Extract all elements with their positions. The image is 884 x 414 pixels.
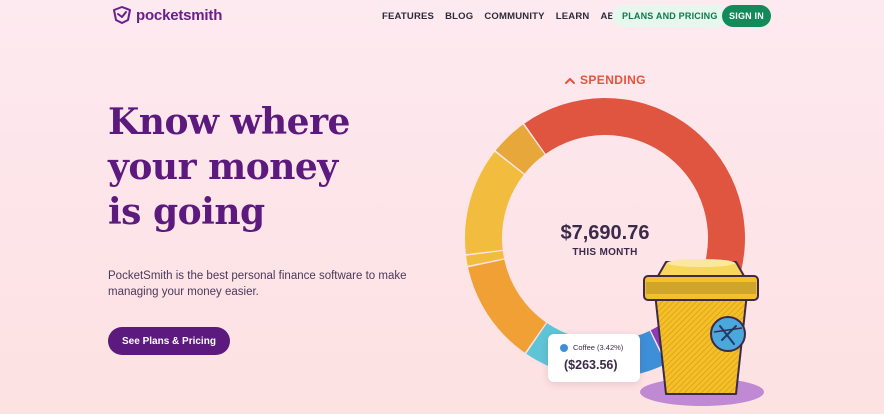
donut-segment-7[interactable] <box>465 151 524 255</box>
hero-title-line-1: Know where <box>108 101 350 143</box>
coffee-tooltip: Coffee (3.42%) ($263.56) <box>548 334 640 382</box>
hero-title-line-3: is going <box>108 191 265 233</box>
chevron-up-icon <box>565 77 575 84</box>
nav-links: FEATURES BLOG COMMUNITY LEARN ABOUT <box>382 11 635 22</box>
hero-title: Know where your money is going <box>108 100 408 235</box>
tooltip-row: Coffee (3.42%) <box>560 343 623 352</box>
top-nav: pocketsmith FEATURES BLOG COMMUNITY LEAR… <box>0 0 884 34</box>
tooltip-value: ($263.56) <box>564 358 618 372</box>
brand-logo[interactable]: pocketsmith <box>112 6 222 24</box>
see-plans-pricing-button[interactable]: See Plans & Pricing <box>108 327 230 355</box>
pocketsmith-logo-icon <box>113 6 131 24</box>
spending-total: $7,690.76 <box>560 222 650 244</box>
tooltip-color-dot <box>560 343 568 352</box>
nav-link-community[interactable]: COMMUNITY <box>484 11 544 22</box>
plans-and-pricing-button[interactable]: PLANS AND PRICING <box>612 5 728 27</box>
donut-segment-5[interactable] <box>468 259 547 353</box>
tooltip-label: Coffee (3.42%) <box>573 343 624 352</box>
hero-title-line-2: your money <box>108 146 338 188</box>
sign-in-button[interactable]: SIGN IN <box>722 5 771 27</box>
brand-name: pocketsmith <box>136 6 223 24</box>
nav-link-blog[interactable]: BLOG <box>445 11 473 22</box>
nav-link-features[interactable]: FEATURES <box>382 11 434 22</box>
spending-label: SPENDING <box>565 73 646 87</box>
spending-label-text: SPENDING <box>580 73 646 87</box>
nav-link-learn[interactable]: LEARN <box>556 11 590 22</box>
coffee-cup-illustration <box>640 259 764 406</box>
hero-subtitle: PocketSmith is the best personal finance… <box>108 270 407 298</box>
